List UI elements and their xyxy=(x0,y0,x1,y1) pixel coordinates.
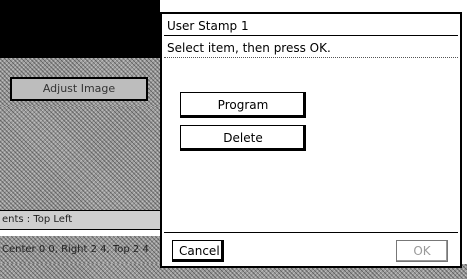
dialog-title: User Stamp 1 xyxy=(164,16,458,36)
user-stamp-dialog: User Stamp 1 Select item, then press OK.… xyxy=(160,12,462,268)
background-panel xyxy=(0,106,160,210)
background-header-block xyxy=(0,0,160,58)
delete-button[interactable]: Delete xyxy=(180,125,306,151)
background-status-line: ents : Top Left xyxy=(0,210,162,230)
dialog-instruction: Select item, then press OK. xyxy=(164,38,458,58)
adjust-image-button: Adjust Image xyxy=(10,77,148,101)
dialog-footer: Cancel OK xyxy=(164,232,458,264)
background-strip xyxy=(0,58,160,76)
background-position-line: Center 0 0, Right 2 4, Top 2 4 xyxy=(0,236,162,264)
program-button[interactable]: Program xyxy=(180,92,306,118)
ok-button[interactable]: OK xyxy=(396,240,448,262)
cancel-button[interactable]: Cancel xyxy=(172,240,224,262)
